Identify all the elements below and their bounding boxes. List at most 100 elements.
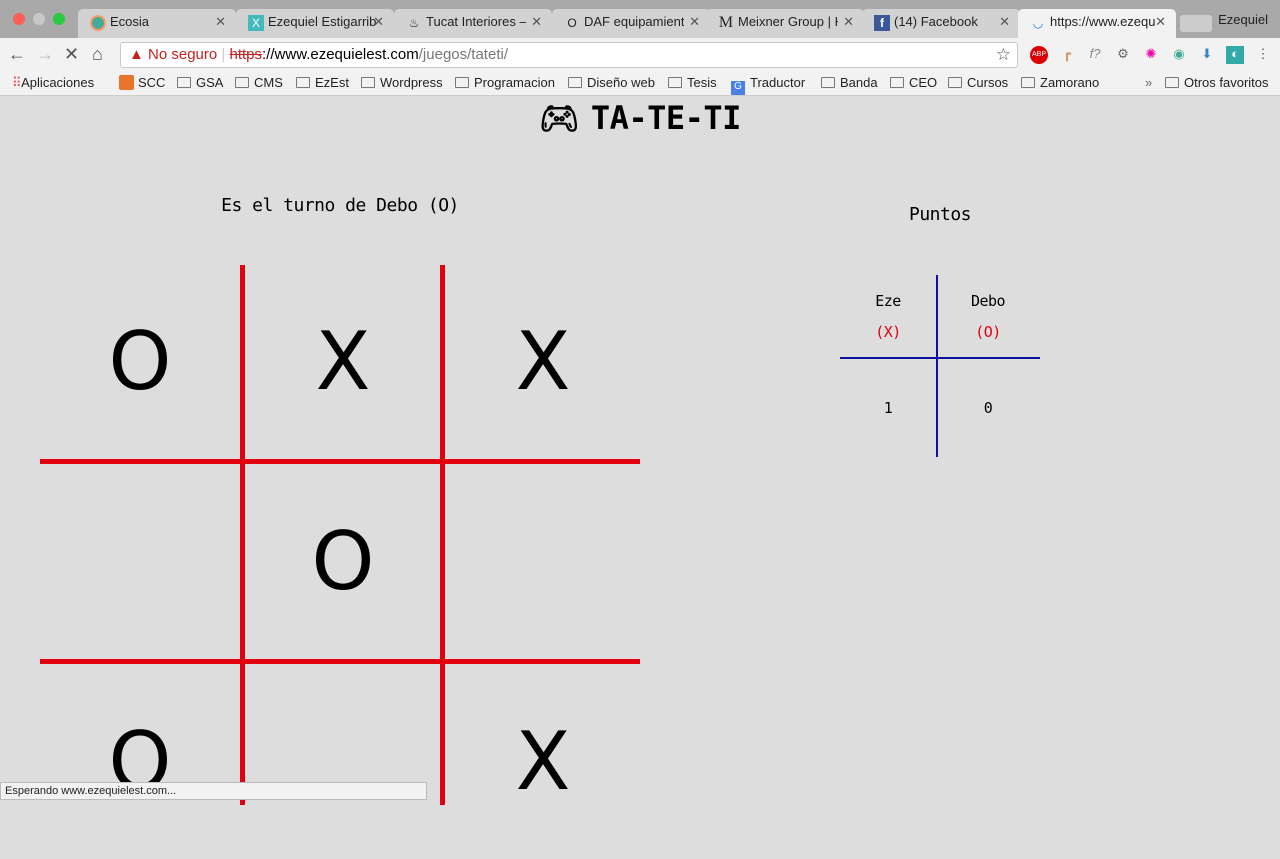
close-tab-icon[interactable]: ✕ [689,14,700,30]
board-cell[interactable]: O [40,263,240,459]
tab-meixner[interactable]: M Meixner Group | H ✕ [706,9,864,38]
close-tab-icon[interactable]: ✕ [999,14,1010,30]
bookmark-star-icon[interactable]: ☆ [996,45,1011,65]
security-label[interactable]: No seguro [148,46,217,63]
url-path: /juegos/tateti/ [418,46,508,63]
bookmark-tesis[interactable]: Tesis [668,75,717,90]
maximize-window-button[interactable] [53,13,65,25]
folder-icon [1021,77,1035,88]
bookmark-ceo[interactable]: CEO [890,75,937,90]
folder-icon [177,77,191,88]
home-icon[interactable]: ⌂ [92,44,103,65]
page-content: 🎮︎ TA-TE-TI Es el turno de Debo (O) O X … [0,97,1280,808]
bookmark-banda[interactable]: Banda [821,75,878,90]
player-name: Eze [875,292,901,310]
player-name: Debo [970,292,1006,310]
board-cell[interactable]: O [243,463,443,659]
bookmark-cms[interactable]: CMS [235,75,283,90]
close-tab-icon[interactable]: ✕ [215,14,226,30]
font-icon[interactable]: f? [1086,46,1104,64]
board-cell[interactable] [40,463,240,659]
warning-icon: ▲ [129,46,144,63]
bookmark-scc[interactable]: SCC [119,75,165,90]
board-cell[interactable] [443,463,643,659]
page-title: 🎮︎ TA-TE-TI [539,99,741,137]
bookmark-programacion[interactable]: Programacion [455,75,555,90]
tab-tateti[interactable]: ◡ https://www.ezequ ✕ [1018,9,1176,38]
ecosia-extension-icon[interactable]: ◉ [1170,46,1188,64]
close-tab-icon[interactable]: ✕ [531,14,542,30]
player-symbol: (X) [875,323,901,341]
player-points: 0 [983,399,993,417]
board-cell[interactable]: O [40,663,240,859]
bookmark-cursos[interactable]: Cursos [948,75,1008,90]
folder-icon [948,77,962,88]
gear-icon[interactable]: ⚙ [1114,46,1132,64]
url-scheme: https [229,46,263,63]
bookmarks-bar: ⠿ Aplicaciones SCC GSA CMS EzEst Wordpre… [0,72,1280,96]
tucat-icon: ♨ [408,16,420,30]
bookmark-diseno-web[interactable]: Diseño web [568,75,655,90]
daf-icon: O [567,16,577,30]
stop-icon[interactable]: ✕ [64,44,79,65]
facebook-icon: f [874,15,890,31]
apps-grid-icon: ⠿ [12,75,22,90]
loading-icon: ◡ [1032,16,1044,30]
back-icon[interactable]: ← [8,44,26,65]
tab-ecosia[interactable]: Ecosia ✕ [78,9,236,38]
board-cell[interactable]: X [443,663,643,859]
folder-icon [668,77,682,88]
folder-icon [361,77,375,88]
hammer-icon[interactable]: ┏ [1058,46,1076,64]
bookmark-wordpress[interactable]: Wordpress [361,75,443,90]
bookmark-traductor[interactable]: G Traductor [731,75,805,95]
menu-icon[interactable]: ⋮ [1254,46,1272,64]
minimize-window-button[interactable] [33,13,45,25]
close-tab-icon[interactable]: ✕ [843,14,854,30]
profile-name[interactable]: Ezequiel [1218,12,1268,27]
tab-strip: Ecosia ✕ X Ezequiel Estigarrib ✕ ♨ Tucat Int… [0,0,1280,38]
toolbar: ← → ✕ ⌂ ▲ No seguro | https://www.ezequi… [0,38,1280,72]
bookmark-otros-favoritos[interactable]: Otros favoritos [1165,75,1269,90]
board-cell[interactable]: X [443,263,643,459]
close-tab-icon[interactable]: ✕ [1155,14,1166,30]
folder-icon [821,77,835,88]
folder-icon [455,77,469,88]
tab-ezequiel[interactable]: X Ezequiel Estigarrib ✕ [236,9,394,38]
tab-tucat[interactable]: ♨ Tucat Interiores – ✕ [394,9,552,38]
download-icon[interactable]: ⬇ [1198,46,1216,64]
folder-icon [1165,77,1179,88]
folder-icon [568,77,582,88]
color-wheel-icon[interactable]: ✺ [1142,46,1160,64]
close-window-button[interactable] [13,13,25,25]
more-bookmarks-icon[interactable]: » [1145,75,1152,90]
score-title: Puntos [908,204,972,225]
close-tab-icon[interactable]: ✕ [373,14,384,30]
bookmark-gsa[interactable]: GSA [177,75,223,90]
folder-icon [235,77,249,88]
address-bar[interactable]: ▲ No seguro | https://www.ezequielest.co… [120,42,1018,68]
forward-icon[interactable]: → [36,44,54,65]
wave-icon[interactable]: ◐ [1226,46,1244,64]
ecosia-icon [90,15,106,31]
board-cell[interactable] [243,663,443,859]
url-host: ://www.ezequielest.com [262,46,419,63]
score-divider [840,357,1040,359]
bookmark-zamorano[interactable]: Zamorano [1021,75,1099,90]
bookmark-ezest[interactable]: EzEst [296,75,349,90]
tab-facebook[interactable]: f (14) Facebook ✕ [862,9,1020,38]
player-symbol: (O) [975,323,1001,341]
scc-icon [119,75,134,90]
meixner-icon: M [718,14,734,31]
x-logo-icon: X [248,15,264,31]
translate-icon: G [731,81,745,95]
folder-icon [890,77,904,88]
new-tab-button[interactable] [1180,15,1212,32]
board-cell[interactable]: X [243,263,443,459]
player-points: 1 [883,399,893,417]
tab-daf[interactable]: O DAF equipamiento ✕ [552,9,710,38]
bookmark-apps[interactable]: ⠿ Aplicaciones [12,75,94,91]
adblock-icon[interactable]: ABP [1030,46,1048,64]
turn-indicator: Es el turno de Debo (O) [221,195,459,216]
folder-icon [296,77,310,88]
